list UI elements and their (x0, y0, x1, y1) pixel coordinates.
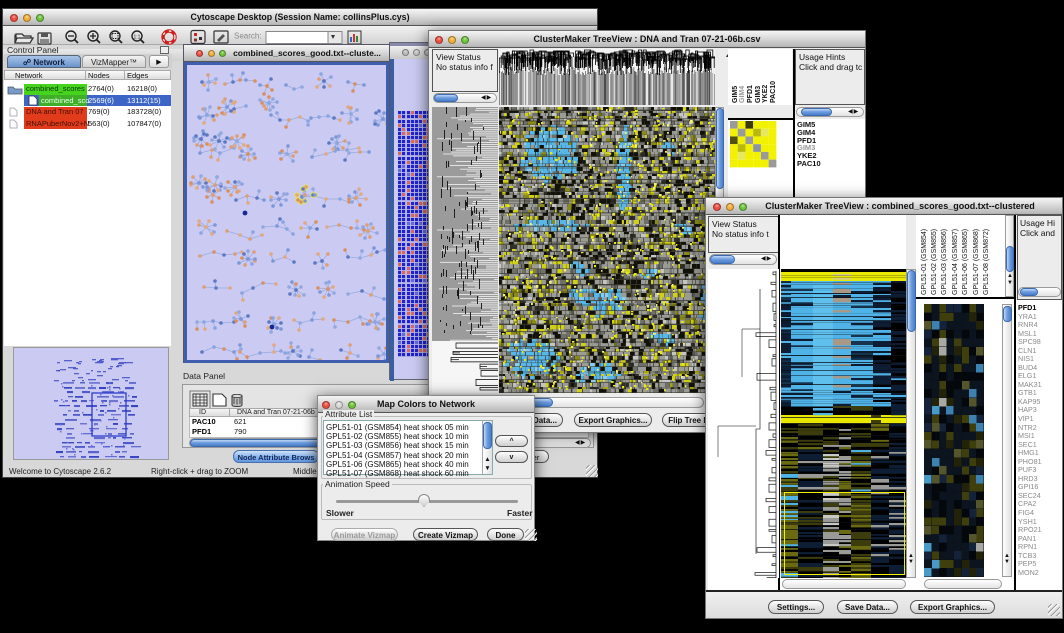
svg-text:Search:: Search: (234, 32, 262, 41)
svg-text:1:1: 1:1 (134, 35, 141, 41)
